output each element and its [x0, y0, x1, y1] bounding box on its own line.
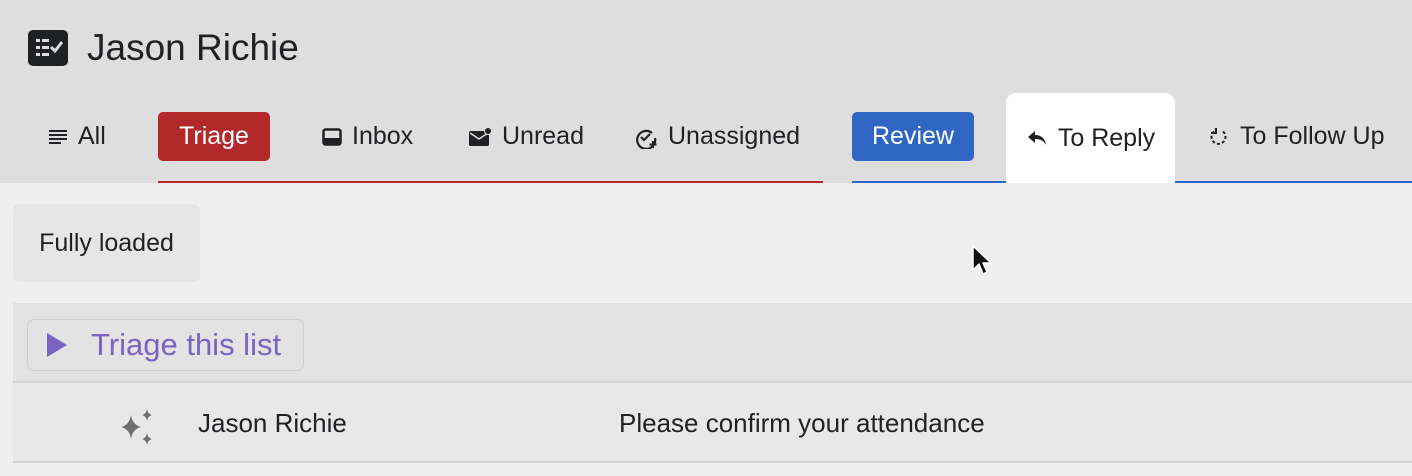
message-subject: Please confirm your attendance	[619, 408, 985, 438]
tab-to-follow-up-label: To Follow Up	[1240, 122, 1385, 150]
page-title: Jason Richie	[87, 27, 299, 68]
tab-unread[interactable]: Unread	[468, 112, 584, 161]
triage-group-underline	[158, 181, 823, 183]
tab-to-reply[interactable]: To Reply	[1006, 93, 1175, 183]
review-group-underline	[852, 181, 1006, 183]
tab-all[interactable]: All	[48, 112, 106, 161]
list-icon	[48, 129, 68, 145]
review-group-underline	[1175, 181, 1412, 183]
tab-review[interactable]: Review	[852, 112, 974, 161]
sparkle-icon	[117, 407, 157, 452]
tab-triage[interactable]: Triage	[158, 112, 270, 161]
inbox-icon	[322, 127, 342, 147]
unassigned-icon	[634, 125, 658, 149]
triage-this-list-button[interactable]: Triage this list	[27, 319, 304, 371]
triage-this-list-label: Triage this list	[91, 327, 282, 362]
mouse-cursor	[972, 245, 994, 284]
checklist-icon	[28, 30, 68, 66]
follow-up-icon	[1208, 126, 1230, 148]
tab-unassigned-label: Unassigned	[668, 122, 801, 150]
message-sender: Jason Richie	[198, 408, 347, 438]
tab-inbox[interactable]: Inbox	[322, 112, 413, 161]
tab-unread-label: Unread	[502, 122, 584, 150]
play-icon	[45, 332, 69, 358]
tab-all-label: All	[78, 122, 106, 150]
tab-inbox-label: Inbox	[352, 122, 414, 150]
status-badge: Fully loaded	[13, 204, 200, 282]
tab-to-reply-label: To Reply	[1057, 123, 1156, 152]
reply-icon	[1026, 129, 1048, 147]
tab-unassigned[interactable]: Unassigned	[634, 112, 800, 161]
unread-mail-icon	[468, 126, 492, 147]
tab-to-follow-up[interactable]: To Follow Up	[1208, 112, 1385, 161]
divider	[13, 461, 1412, 463]
